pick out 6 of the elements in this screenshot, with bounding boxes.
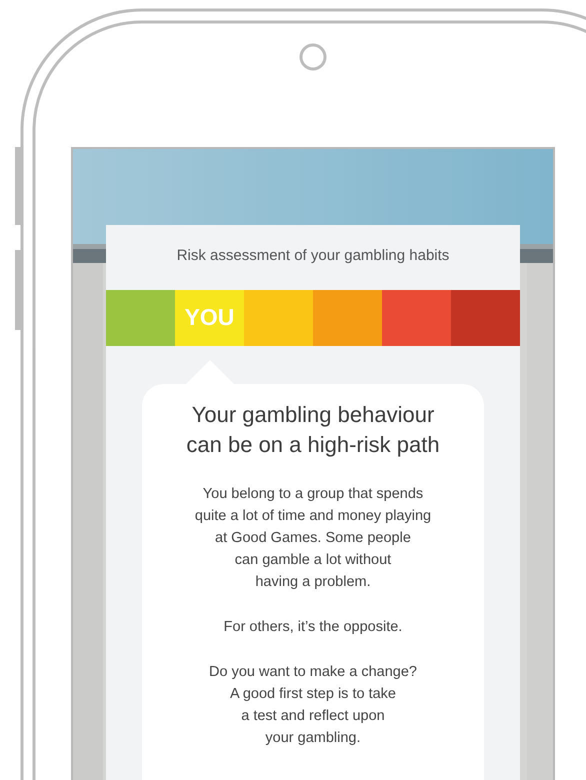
result-paragraph: You belong to a group that spends quite a lot of time and money playing at Good Games. Some people can gamble a lot without having a problem. <box>194 484 432 592</box>
you-marker: YOU <box>184 303 234 332</box>
result-paragraph: For others, it’s the opposite. <box>224 618 402 636</box>
card-title: Risk assessment of your gambling habits <box>176 246 450 266</box>
result-paragraph: Do you want to make a change? A good first step is to take a test and reflect upon your gambling. <box>209 662 417 748</box>
result-heading: Your gambling behaviour can be on a high-risk path <box>186 400 440 459</box>
